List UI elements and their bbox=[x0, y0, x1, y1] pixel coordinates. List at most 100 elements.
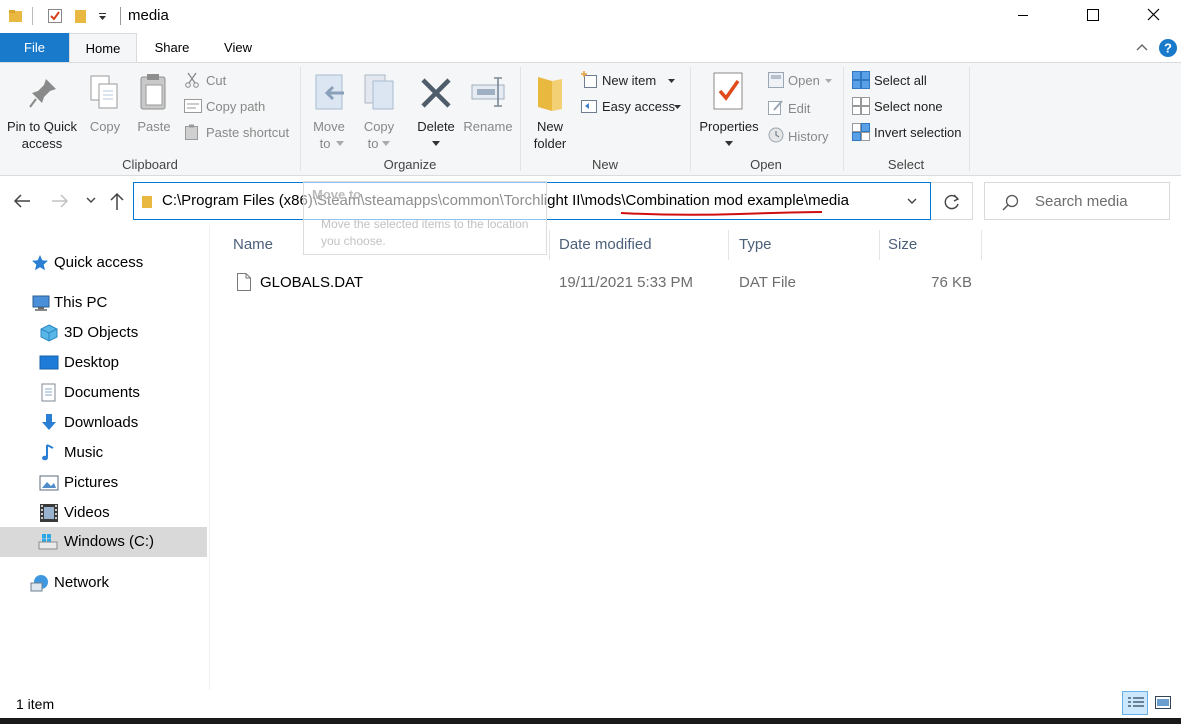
help-icon[interactable]: ? bbox=[1158, 38, 1178, 58]
forward-arrow-icon[interactable] bbox=[50, 193, 70, 209]
sidebar-item-label: Music bbox=[64, 444, 104, 461]
invert-selection-button[interactable]: Invert selection bbox=[852, 123, 972, 143]
sidebar-item-downloads[interactable]: Downloads bbox=[0, 408, 207, 438]
edit-button[interactable]: Edit bbox=[768, 99, 838, 119]
column-header-date[interactable]: Date modified bbox=[559, 236, 652, 253]
history-label: History bbox=[788, 129, 829, 144]
network-icon bbox=[30, 575, 48, 592]
column-divider[interactable] bbox=[879, 230, 880, 260]
cut-button[interactable]: Cut bbox=[184, 71, 294, 91]
sidebar-item-videos[interactable]: Videos bbox=[0, 498, 207, 528]
tab-home[interactable]: Home bbox=[69, 33, 137, 62]
rename-button[interactable]: Rename bbox=[462, 67, 514, 153]
column-header-size[interactable]: Size bbox=[888, 236, 917, 253]
column-header-type[interactable]: Type bbox=[739, 236, 772, 253]
up-arrow-icon[interactable] bbox=[108, 191, 126, 211]
file-icon bbox=[237, 273, 251, 291]
move-to-tooltip: Move to Move the selected items to the l… bbox=[303, 181, 547, 255]
sidebar-item-quick-access[interactable]: Quick access bbox=[0, 248, 207, 278]
close-button[interactable] bbox=[1130, 0, 1176, 32]
new-folder-icon[interactable] bbox=[73, 8, 89, 24]
details-view-button[interactable] bbox=[1122, 691, 1148, 715]
paste-icon bbox=[140, 74, 166, 110]
chevron-down-icon bbox=[725, 141, 733, 146]
red-underline-annotation bbox=[620, 211, 823, 216]
chevron-down-icon bbox=[674, 105, 681, 109]
move-to-button[interactable]: Move to bbox=[308, 67, 350, 153]
sidebar-item-3d-objects[interactable]: 3D Objects bbox=[0, 318, 207, 348]
move-to-icon bbox=[315, 74, 344, 110]
address-dropdown-chevron-icon[interactable] bbox=[906, 197, 918, 207]
column-divider[interactable] bbox=[549, 230, 550, 260]
sidebar-item-label: Network bbox=[54, 574, 110, 591]
sidebar-item-documents[interactable]: Documents bbox=[0, 378, 207, 408]
large-icons-view-button[interactable] bbox=[1150, 691, 1176, 715]
copy-to-icon bbox=[364, 74, 394, 110]
column-divider[interactable] bbox=[981, 230, 982, 260]
sidebar-item-label: Quick access bbox=[54, 254, 144, 271]
pin-to-quick-access-button[interactable]: Pin to Quick access bbox=[2, 67, 82, 153]
tab-share[interactable]: Share bbox=[137, 33, 207, 62]
file-type: DAT File bbox=[739, 274, 796, 291]
sidebar-item-windows-c[interactable]: Windows (C:) bbox=[0, 527, 207, 557]
sidebar-item-label: Downloads bbox=[64, 414, 139, 431]
tab-view[interactable]: View bbox=[207, 33, 269, 62]
column-header-name[interactable]: Name bbox=[233, 236, 273, 253]
properties-button[interactable]: Properties bbox=[696, 67, 762, 153]
properties-check-icon[interactable] bbox=[47, 8, 63, 24]
paste-button[interactable]: Paste bbox=[132, 67, 176, 153]
properties-icon bbox=[713, 72, 743, 110]
copy-to-label-line1: Copy bbox=[363, 119, 395, 134]
sidebar-item-network[interactable]: Network bbox=[0, 568, 207, 598]
column-divider[interactable] bbox=[728, 230, 729, 260]
edit-icon bbox=[768, 100, 783, 115]
open-button[interactable]: Open bbox=[768, 71, 838, 91]
copy-path-button[interactable]: Copy path bbox=[184, 97, 294, 117]
history-button[interactable]: History bbox=[768, 127, 838, 147]
sidebar-item-music[interactable]: Music bbox=[0, 438, 207, 468]
group-separator bbox=[520, 67, 521, 171]
copy-button[interactable]: Copy bbox=[84, 67, 126, 153]
title-separator bbox=[120, 7, 121, 25]
group-separator bbox=[843, 67, 844, 171]
tooltip-description: Move the selected items to the location … bbox=[321, 217, 529, 248]
copy-to-button[interactable]: Copy to bbox=[358, 67, 400, 153]
recent-locations-chevron-icon[interactable] bbox=[85, 196, 97, 206]
select-none-icon bbox=[852, 97, 870, 115]
sidebar-item-label: Desktop bbox=[64, 354, 120, 371]
select-all-icon bbox=[852, 71, 870, 89]
sidebar-item-pictures[interactable]: Pictures bbox=[0, 468, 207, 498]
easy-access-icon bbox=[581, 100, 597, 113]
refresh-button[interactable] bbox=[931, 182, 973, 220]
chevron-down-icon bbox=[432, 141, 440, 146]
folder-icon bbox=[142, 196, 152, 208]
search-box[interactable]: Search media bbox=[984, 182, 1170, 220]
file-name[interactable]: GLOBALS.DAT bbox=[260, 274, 363, 291]
drive-icon bbox=[38, 534, 58, 550]
svg-text:?: ? bbox=[1164, 41, 1172, 56]
back-arrow-icon[interactable] bbox=[12, 193, 32, 209]
paste-shortcut-button[interactable]: Paste shortcut bbox=[184, 123, 296, 143]
tab-file[interactable]: File bbox=[0, 33, 69, 62]
close-icon bbox=[1147, 8, 1160, 21]
maximize-button[interactable] bbox=[1070, 0, 1116, 32]
delete-button[interactable]: Delete bbox=[414, 67, 458, 153]
window-title: media bbox=[128, 7, 169, 24]
minimize-button[interactable] bbox=[1000, 0, 1046, 32]
sidebar-item-desktop[interactable]: Desktop bbox=[0, 348, 207, 378]
maximize-icon bbox=[1087, 9, 1099, 21]
navigation-bar: C:\Program Files (x86)\Steam\steamapps\c… bbox=[0, 177, 1181, 225]
customize-toolbar-chevron-icon[interactable] bbox=[98, 12, 108, 22]
new-item-button[interactable]: New item bbox=[580, 71, 680, 91]
select-none-button[interactable]: Select none bbox=[852, 97, 962, 117]
easy-access-button[interactable]: Easy access bbox=[580, 97, 684, 117]
collapse-ribbon-icon[interactable] bbox=[1135, 41, 1149, 53]
new-folder-button[interactable]: New folder bbox=[526, 67, 574, 153]
select-all-button[interactable]: Select all bbox=[852, 71, 962, 91]
rename-icon bbox=[471, 77, 505, 107]
new-folder-icon bbox=[538, 77, 562, 111]
ribbon-tabs: File Home Share View ? bbox=[0, 33, 1181, 62]
search-input[interactable]: Search media bbox=[1035, 193, 1128, 210]
sidebar-item-this-pc[interactable]: This PC bbox=[0, 288, 207, 318]
toolbar-separator bbox=[32, 7, 33, 25]
